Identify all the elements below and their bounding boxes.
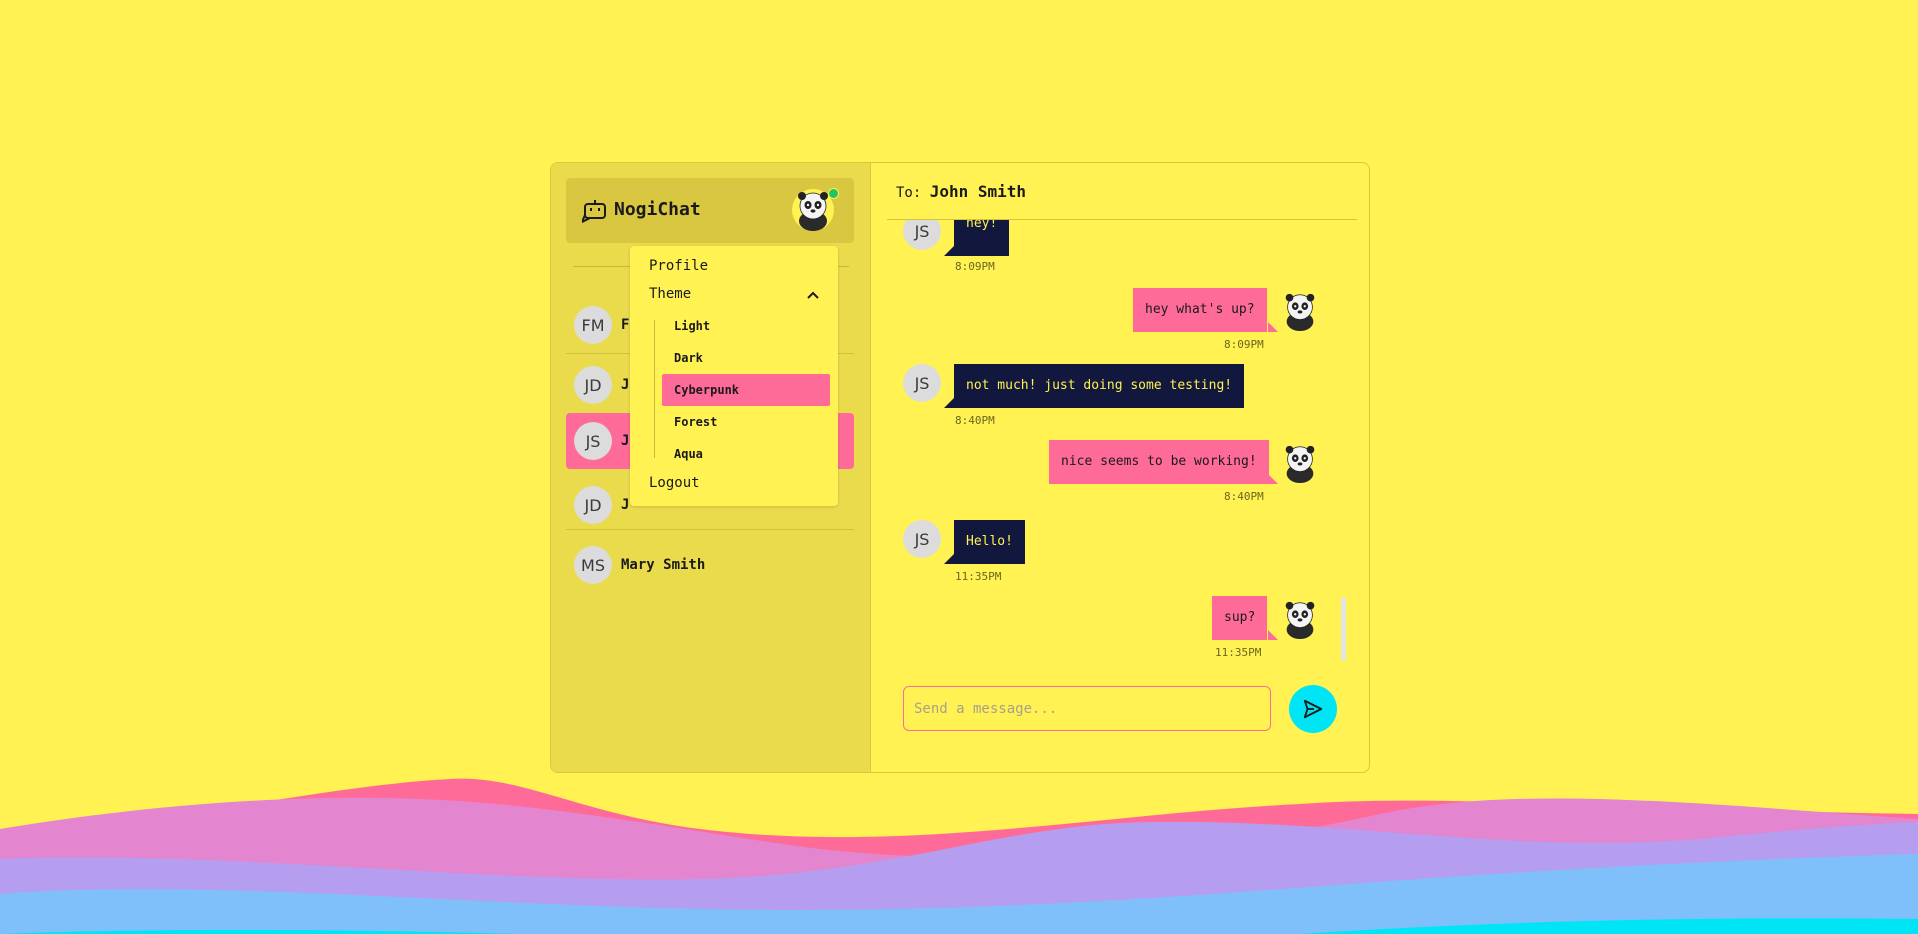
- send-button[interactable]: [1289, 685, 1337, 733]
- message-avatar: JS: [903, 220, 941, 250]
- chat-header: To: John Smith: [896, 182, 1026, 201]
- message-avatar: JS: [903, 520, 941, 558]
- bubble-tail: [1268, 474, 1278, 484]
- message-time: 8:40PM: [955, 414, 995, 427]
- send-icon: [1303, 699, 1323, 719]
- panda-avatar-icon: [1285, 445, 1315, 484]
- bubble-tail: [1268, 322, 1278, 332]
- message-bubble: Hello!: [954, 520, 1025, 564]
- message-time: 8:09PM: [1224, 338, 1264, 351]
- theme-option-dark[interactable]: Dark: [662, 342, 830, 374]
- contact-name: J: [621, 497, 630, 513]
- contact-name: J: [621, 433, 630, 449]
- contact-divider: [566, 529, 854, 530]
- wave-background: [0, 778, 1918, 934]
- contact-avatar: FM: [574, 306, 612, 344]
- message-bubble: sup?: [1212, 596, 1268, 640]
- sidebar-header: NogiChat: [566, 178, 854, 243]
- bubble-tail: [944, 398, 954, 408]
- contact-name: J: [621, 377, 630, 393]
- contact-avatar: JD: [574, 366, 612, 404]
- menu-item-logout[interactable]: Logout: [649, 475, 700, 491]
- recipient-name: John Smith: [929, 182, 1027, 201]
- contact-name: Mary Smith: [621, 557, 706, 573]
- menu-item-theme[interactable]: Theme: [649, 286, 691, 302]
- message-bubble: hey what's up?: [1133, 288, 1267, 332]
- theme-option-light[interactable]: Light: [662, 310, 830, 342]
- bubble-tail: [944, 246, 954, 256]
- message-input[interactable]: [903, 686, 1271, 731]
- message-time: 8:40PM: [1224, 490, 1264, 503]
- chevron-up-icon[interactable]: [807, 291, 819, 299]
- to-label: To:: [896, 185, 922, 201]
- contact-name: F: [621, 317, 630, 333]
- message-time: 11:35PM: [955, 570, 1002, 583]
- message-avatar: JS: [903, 364, 941, 402]
- theme-option-aqua[interactable]: Aqua: [662, 438, 830, 470]
- chat-bot-icon: [582, 200, 606, 224]
- contact-avatar: JD: [574, 486, 612, 524]
- bubble-tail: [944, 554, 954, 564]
- theme-option-forest[interactable]: Forest: [662, 406, 830, 438]
- panda-avatar-icon: [1285, 601, 1315, 640]
- contact-item[interactable]: MS Mary Smith: [566, 537, 854, 593]
- online-status-dot: [828, 188, 839, 199]
- contact-avatar: MS: [574, 546, 612, 584]
- contact-avatar: JS: [574, 422, 612, 460]
- panda-avatar-icon: [1285, 293, 1315, 332]
- message-time: 11:35PM: [1215, 646, 1262, 659]
- user-menu-dropdown: Profile Theme Light Dark Cyberpunk Fores…: [630, 246, 838, 506]
- bubble-tail: [1268, 630, 1278, 640]
- message-bubble: not much! just doing some testing!: [954, 364, 1245, 408]
- menu-item-profile[interactable]: Profile: [649, 258, 708, 274]
- theme-option-cyberpunk[interactable]: Cyberpunk: [662, 374, 830, 406]
- message-bubble: nice seems to be working!: [1049, 440, 1269, 484]
- message-scrollbar[interactable]: [1341, 597, 1346, 661]
- message-list: JS hey! 8:09PM hey what's up? 8:09PM JS …: [871, 220, 1349, 520]
- message-time: 8:09PM: [955, 260, 995, 273]
- submenu-line: [654, 320, 655, 458]
- app-name: NogiChat: [614, 199, 701, 220]
- message-bubble: hey!: [954, 220, 1010, 256]
- chat-panel: To: John Smith JS hey! 8:09PM hey what's…: [871, 163, 1369, 772]
